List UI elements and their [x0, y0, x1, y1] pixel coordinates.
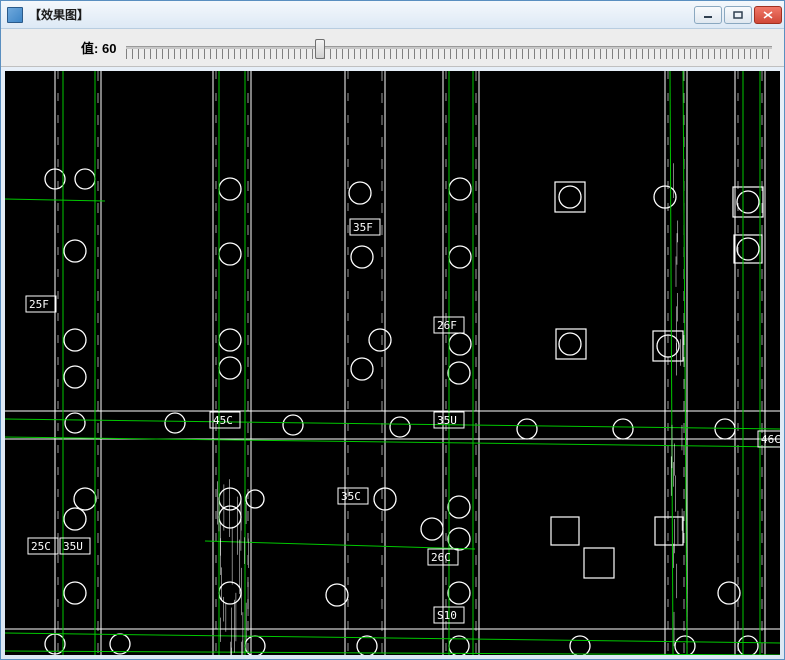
svg-text:35C: 35C: [341, 490, 361, 503]
maximize-icon: [733, 11, 743, 19]
svg-text:35U: 35U: [63, 540, 83, 553]
svg-text:25F: 25F: [29, 298, 49, 311]
edge-detection-output: 35F 25F 26F 45C 35U 46C 35C 25C 35U 26C S10: [5, 71, 780, 655]
slider-ticks: [126, 49, 772, 59]
close-button[interactable]: [754, 6, 782, 24]
threshold-value: 60: [102, 41, 116, 56]
slider-track: [126, 46, 772, 49]
svg-text:26C: 26C: [431, 551, 451, 564]
maximize-button[interactable]: [724, 6, 752, 24]
slider-thumb[interactable]: [315, 39, 325, 59]
svg-text:35F: 35F: [353, 221, 373, 234]
image-canvas: 35F 25F 26F 45C 35U 46C 35C 25C 35U 26C S10: [5, 71, 780, 655]
svg-text:26F: 26F: [437, 319, 457, 332]
threshold-value-label: 值: 60: [81, 38, 116, 57]
title-left: 【效果图】: [7, 6, 89, 23]
svg-text:35U: 35U: [437, 414, 457, 427]
toolbar: 值: 60: [1, 29, 784, 67]
svg-text:46C: 46C: [761, 433, 780, 446]
minimize-icon: [703, 11, 713, 19]
close-icon: [763, 11, 773, 19]
app-window: 【效果图】 值: 60 35F25F26F45C35U46C35C2: [0, 0, 785, 660]
titlebar[interactable]: 【效果图】: [1, 1, 784, 29]
svg-text:S10: S10: [437, 609, 457, 622]
app-icon: [7, 7, 23, 23]
svg-text:25C: 25C: [31, 540, 51, 553]
svg-text:45C: 45C: [213, 414, 233, 427]
minimize-button[interactable]: [694, 6, 722, 24]
window-title: 【效果图】: [29, 6, 89, 23]
threshold-label-prefix: 值:: [81, 41, 98, 56]
threshold-slider[interactable]: [126, 34, 772, 62]
window-controls: [694, 6, 782, 24]
